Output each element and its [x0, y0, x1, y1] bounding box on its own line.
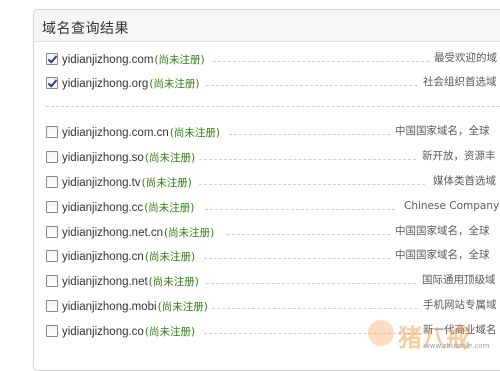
domain-name[interactable]: yidianjizhong.net.cn(尚未注册): [62, 225, 214, 240]
domain-description: Chinese Company缩: [404, 200, 500, 212]
status-label: (尚未注册): [144, 326, 196, 338]
panel-title: 域名查询结果: [42, 21, 129, 37]
dotted-leader: [199, 184, 425, 185]
result-row-com-cn: yidianjizhong.com.cn(尚未注册) 中国国家域名，全球: [46, 124, 500, 142]
select-checkbox[interactable]: [46, 250, 58, 262]
result-row-cn: yidianjizhong.cn(尚未注册) 中国国家域名，全球: [46, 248, 500, 266]
result-row-net-cn: yidianjizhong.net.cn(尚未注册) 中国国家域名，全球: [46, 224, 500, 242]
result-row-cc: yidianjizhong.cc(尚未注册) Chinese Company缩: [46, 199, 500, 217]
result-row-mobi: yidianjizhong.mobi(尚未注册) 手机网站专属域: [46, 298, 500, 316]
domain-name[interactable]: yidianjizhong.org(尚未注册): [62, 76, 200, 91]
domain-name[interactable]: yidianjizhong.net(尚未注册): [62, 274, 199, 289]
dotted-leader: [206, 85, 417, 86]
select-checkbox[interactable]: [46, 77, 58, 89]
domain-name[interactable]: yidianjizhong.so(尚未注册): [62, 150, 195, 165]
domain-description: 社会组织首选域: [423, 76, 497, 88]
dotted-leader: [212, 308, 417, 309]
dotted-leader: [227, 234, 390, 235]
domain-name[interactable]: yidianjizhong.com.cn(尚未注册): [62, 125, 220, 140]
domain-description: 手机网站专属域: [423, 299, 497, 311]
select-checkbox[interactable]: [46, 53, 58, 65]
select-checkbox[interactable]: [46, 126, 58, 138]
dotted-leader: [204, 258, 390, 259]
status-label: (尚未注册): [144, 202, 195, 214]
dotted-leader: [213, 61, 429, 62]
status-label: (尚未注册): [164, 227, 215, 239]
dotted-leader: [229, 134, 390, 135]
select-checkbox[interactable]: [46, 151, 58, 163]
domain-name[interactable]: yidianjizhong.tv(尚未注册): [62, 175, 192, 190]
domain-description: 中国国家域名，全球: [395, 249, 490, 261]
domain-description: 新一代商业域名: [423, 324, 497, 336]
result-row-so: yidianjizhong.so(尚未注册) 新开放，资源丰: [46, 149, 500, 167]
domain-description: 国际通用顶级域: [422, 274, 496, 286]
select-checkbox[interactable]: [46, 176, 58, 188]
status-label: (尚未注册): [141, 177, 192, 189]
domain-name[interactable]: yidianjizhong.com(尚未注册): [62, 52, 205, 67]
domain-description: 媒体类首选域: [433, 175, 496, 187]
dotted-leader: [205, 209, 395, 210]
dotted-leader: [204, 333, 416, 334]
status-label: (尚未注册): [148, 276, 199, 288]
domain-name[interactable]: yidianjizhong.cn(尚未注册): [62, 249, 195, 264]
result-row-com: yidianjizhong.com(尚未注册) 最受欢迎的域: [46, 51, 500, 69]
result-row-net: yidianjizhong.net(尚未注册) 国际通用顶级域: [46, 273, 500, 291]
status-label: (尚未注册): [149, 78, 200, 90]
select-checkbox[interactable]: [46, 226, 58, 238]
select-checkbox[interactable]: [46, 300, 58, 312]
select-checkbox[interactable]: [46, 275, 58, 287]
domain-description: 中国国家域名，全球: [395, 125, 490, 137]
domain-name[interactable]: yidianjizhong.mobi(尚未注册): [62, 299, 208, 314]
dotted-leader: [199, 159, 416, 160]
result-row-co: yidianjizhong.co(尚未注册) 新一代商业域名: [46, 323, 500, 341]
domain-description: 最受欢迎的域: [434, 52, 497, 64]
panel-header: 域名查询结果: [34, 10, 500, 42]
result-row-tv: yidianjizhong.tv(尚未注册) 媒体类首选域: [46, 174, 500, 192]
select-checkbox[interactable]: [46, 325, 58, 337]
status-label: (尚未注册): [144, 152, 196, 164]
domain-name[interactable]: yidianjizhong.co(尚未注册): [62, 324, 195, 339]
group-separator: [46, 106, 500, 107]
result-row-org: yidianjizhong.org(尚未注册) 社会组织首选域: [46, 75, 500, 93]
status-label: (尚未注册): [169, 127, 220, 139]
status-label: (尚未注册): [154, 54, 205, 66]
select-checkbox[interactable]: [46, 201, 58, 213]
dotted-leader: [206, 283, 416, 284]
domain-name[interactable]: yidianjizhong.cc(尚未注册): [62, 200, 194, 215]
domain-description: 中国国家域名，全球: [395, 225, 490, 237]
domain-description: 新开放，资源丰: [422, 150, 496, 162]
status-label: (尚未注册): [144, 251, 196, 263]
status-label: (尚未注册): [157, 301, 208, 313]
